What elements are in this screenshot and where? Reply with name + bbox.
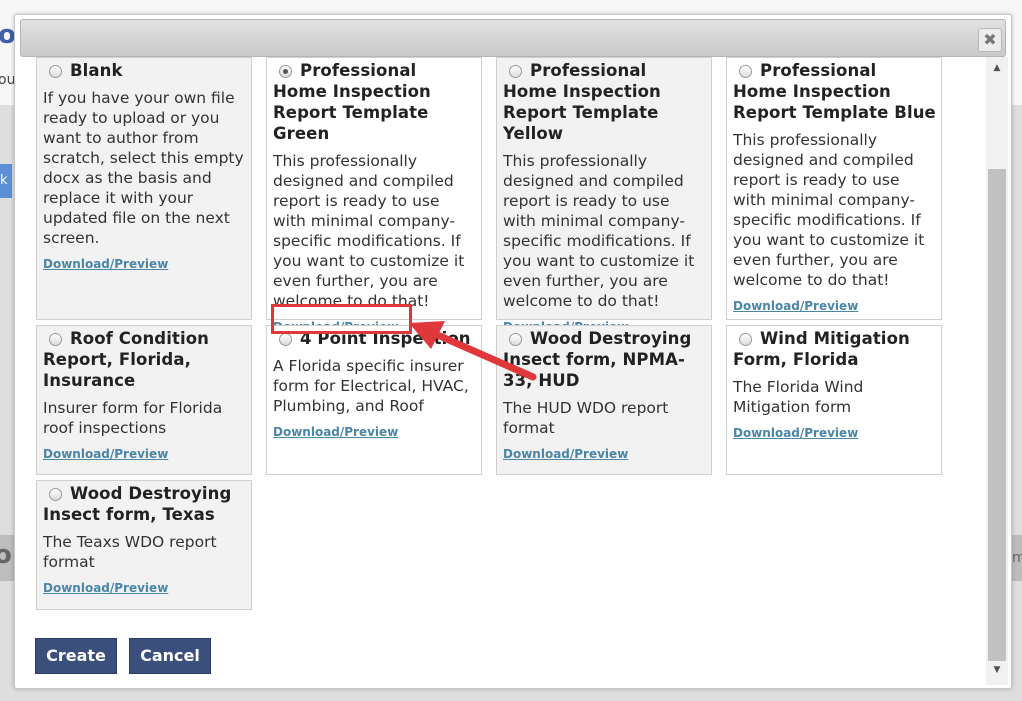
radio-button[interactable] (49, 65, 62, 78)
card-description: The Florida Wind Mitigation form (733, 378, 864, 416)
template-card-wind-mitigation[interactable]: Wind Mitigation Form, Florida The Florid… (726, 325, 942, 475)
template-list: Blank If you have your own file ready to… (15, 57, 985, 685)
radio-button[interactable] (49, 488, 62, 501)
create-button[interactable]: Create (35, 638, 117, 674)
card-title-text: Professional Home Inspection Report Temp… (503, 61, 661, 143)
card-title-text: Wood Destroying Insect form, Texas (43, 484, 232, 524)
template-card-green[interactable]: Professional Home Inspection Report Temp… (266, 57, 482, 334)
scroll-down-icon[interactable]: ▼ (986, 665, 1008, 675)
background-bar-text-right: m (1012, 550, 1022, 566)
download-preview-link[interactable]: Download/Preview (43, 581, 168, 595)
card-description: This professionally designed and compile… (733, 131, 925, 289)
card-title: Professional Home Inspection Report Temp… (503, 60, 706, 144)
card-title-text: Blank (70, 61, 123, 80)
radio-button[interactable] (279, 333, 292, 346)
card-title: Professional Home Inspection Report Temp… (273, 60, 476, 144)
download-preview-link[interactable]: Download/Preview (43, 257, 168, 271)
download-preview-link[interactable]: Download/Preview (733, 426, 858, 440)
card-title: Blank (43, 60, 246, 81)
download-preview-link[interactable]: Download/Preview (503, 447, 628, 461)
card-description: This professionally designed and compile… (273, 152, 465, 310)
cancel-button[interactable]: Cancel (129, 638, 211, 674)
template-card-wdo-texas[interactable]: Wood Destroying Insect form, Texas The T… (36, 480, 252, 610)
card-description: The HUD WDO report format (503, 399, 669, 437)
vertical-scrollbar[interactable]: ▲ ▼ (986, 57, 1008, 685)
card-title: Wood Destroying Insect form, Texas (43, 483, 246, 525)
background-button: k (0, 164, 12, 198)
annotation-arrow-icon (409, 321, 537, 381)
card-title-text: Professional Home Inspection Report Temp… (733, 61, 936, 122)
card-title-text: Wind Mitigation Form, Florida (733, 329, 910, 369)
scrollbar-thumb[interactable] (988, 169, 1006, 661)
card-title: Roof Condition Report, Florida, Insuranc… (43, 328, 246, 391)
download-preview-link[interactable]: Download/Preview (273, 425, 398, 439)
radio-button[interactable] (509, 65, 522, 78)
radio-button[interactable] (739, 333, 752, 346)
download-preview-link[interactable]: Download/Preview (43, 447, 168, 461)
radio-button[interactable] (49, 333, 62, 346)
template-card-yellow[interactable]: Professional Home Inspection Report Temp… (496, 57, 712, 334)
close-icon[interactable]: ✖ (978, 28, 1002, 52)
template-dialog: ✖ Blank If you have your own file ready … (14, 14, 1012, 689)
card-description: This professionally designed and compile… (503, 152, 695, 310)
card-description: Insurer form for Florida roof inspection… (43, 399, 223, 437)
radio-button[interactable] (739, 65, 752, 78)
card-title-text: Roof Condition Report, Florida, Insuranc… (43, 329, 209, 390)
template-card-roof-condition[interactable]: Roof Condition Report, Florida, Insuranc… (36, 325, 252, 475)
radio-button-selected[interactable] (279, 65, 292, 78)
scroll-up-icon[interactable]: ▲ (986, 63, 1008, 73)
card-title: Professional Home Inspection Report Temp… (733, 60, 936, 123)
card-description: If you have your own file ready to uploa… (43, 89, 244, 247)
card-title: Wind Mitigation Form, Florida (733, 328, 936, 370)
card-description: The Teaxs WDO report format (43, 533, 217, 571)
download-preview-link[interactable]: Download/Preview (733, 299, 858, 313)
background-bar-text-left: o (0, 540, 12, 570)
card-title-text: Professional Home Inspection Report Temp… (273, 61, 431, 143)
dialog-titlebar[interactable]: ✖ (20, 19, 1006, 57)
template-card-blue[interactable]: Professional Home Inspection Report Temp… (726, 57, 942, 320)
annotation-highlight-box (271, 304, 412, 334)
template-card-blank[interactable]: Blank If you have your own file ready to… (36, 57, 252, 320)
